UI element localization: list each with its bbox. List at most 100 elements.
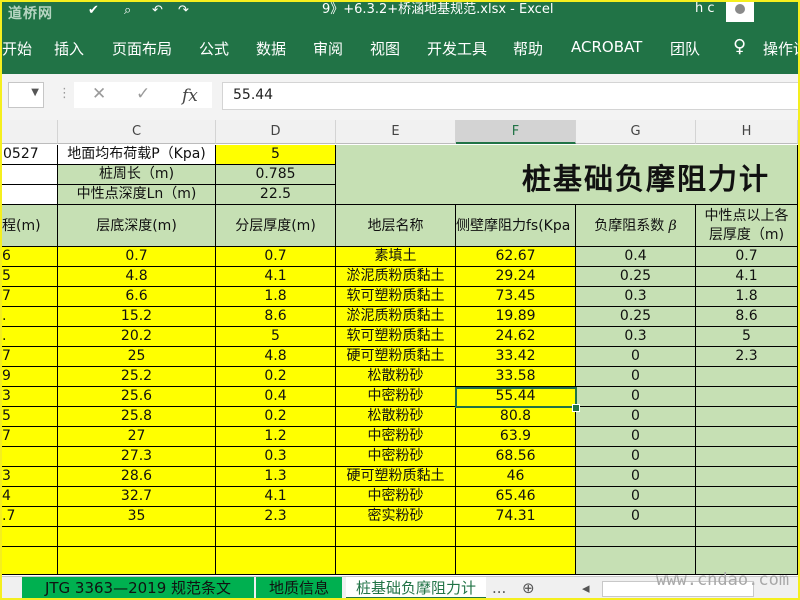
cancel-icon[interactable]: ✕ (92, 84, 106, 104)
cell-bottom-depth[interactable]: 25 (58, 347, 216, 367)
cell-layer-name[interactable]: 密实粉砂 (336, 507, 456, 527)
undo-icon[interactable]: ↶ (152, 2, 163, 22)
insert-function-icon[interactable]: fx (182, 86, 198, 106)
cell-bottom-depth[interactable]: 6.6 (58, 287, 216, 307)
column-header-b[interactable] (2, 120, 58, 144)
cell-elevation[interactable] (2, 447, 58, 467)
cell-side-friction[interactable] (456, 527, 576, 547)
column-header-e[interactable]: E (336, 120, 456, 144)
neutral-depth-label[interactable]: 中性点深度Ln（m) (58, 185, 216, 205)
cell-elevation[interactable]: 3 (2, 467, 58, 487)
load-label[interactable]: 地面均布荷载P（Kpa) (58, 145, 216, 165)
cell-layer-thickness[interactable]: 5 (216, 327, 336, 347)
cell-layer-name[interactable]: 中密粉砂 (336, 387, 456, 407)
cell-side-friction[interactable]: 24.62 (456, 327, 576, 347)
cell-elevation[interactable]: 7 (2, 427, 58, 447)
formula-input[interactable]: 55.44 (222, 82, 798, 110)
cell-thickness-above-neutral[interactable] (696, 447, 798, 467)
cell-layer-name[interactable]: 淤泥质粉质黏土 (336, 307, 456, 327)
cell-layer-thickness[interactable] (216, 547, 336, 575)
cell-bottom-depth[interactable] (58, 547, 216, 575)
column-header-c[interactable]: C (58, 120, 216, 144)
tab-formulas[interactable]: 公式 (199, 38, 229, 59)
cell-layer-thickness[interactable]: 2.3 (216, 507, 336, 527)
column-header-d[interactable]: D (216, 120, 336, 144)
scroll-left-icon[interactable]: ◂ (582, 579, 590, 597)
cell-layer-name[interactable]: 软可塑粉质黏土 (336, 287, 456, 307)
cell-layer-thickness[interactable]: 0.2 (216, 367, 336, 387)
cell-negative-friction-coef[interactable]: 0 (576, 467, 696, 487)
more-sheets-button[interactable]: ... (492, 579, 506, 597)
cell-elevation[interactable]: 7 (2, 347, 58, 367)
cell-elevation[interactable]: 7 (2, 287, 58, 307)
cell-negative-friction-coef[interactable]: 0 (576, 507, 696, 527)
cell-elevation[interactable]: 5 (2, 407, 58, 427)
cell-layer-name[interactable]: 软可塑粉质黏土 (336, 327, 456, 347)
tab-tell-me[interactable]: 操作说 (763, 38, 798, 59)
header-thickness-above-neutral[interactable]: 中性点以上各 层厚度（m) (696, 205, 798, 247)
cell-elevation[interactable]: 5 (2, 267, 58, 287)
cell-side-friction[interactable]: 19.89 (456, 307, 576, 327)
cell-elevation[interactable] (2, 527, 58, 547)
cell-thickness-above-neutral[interactable] (696, 467, 798, 487)
avatar[interactable] (726, 2, 754, 22)
cell-negative-friction-coef[interactable]: 0 (576, 427, 696, 447)
tab-view[interactable]: 视图 (370, 38, 400, 59)
cell-bottom-depth[interactable]: 25.2 (58, 367, 216, 387)
cell-thickness-above-neutral[interactable] (696, 527, 798, 547)
cell-side-friction[interactable] (456, 547, 576, 575)
cell-thickness-above-neutral[interactable] (696, 507, 798, 527)
cell-negative-friction-coef[interactable]: 0 (576, 367, 696, 387)
cell-side-friction[interactable]: 73.45 (456, 287, 576, 307)
header-layer-name[interactable]: 地层名称 (336, 205, 456, 247)
cell-negative-friction-coef[interactable]: 0 (576, 407, 696, 427)
cell-thickness-above-neutral[interactable] (696, 407, 798, 427)
lightbulb-icon[interactable]: ♀ (733, 36, 746, 57)
cell-layer-thickness[interactable]: 0.3 (216, 447, 336, 467)
cell-layer-thickness[interactable]: 8.6 (216, 307, 336, 327)
cell-layer-name[interactable]: 松散粉砂 (336, 407, 456, 427)
header-side-friction[interactable]: 侧壁摩阻力fs(Kpa (456, 205, 576, 247)
cell-negative-friction-coef[interactable]: 0.3 (576, 287, 696, 307)
cell-elevation[interactable]: 4 (2, 487, 58, 507)
add-sheet-icon[interactable]: ⊕ (522, 579, 535, 597)
sheet-scroll-area[interactable] (2, 577, 22, 598)
column-header-h[interactable]: H (696, 120, 798, 144)
cell-layer-name[interactable] (336, 527, 456, 547)
tab-data[interactable]: 数据 (256, 38, 286, 59)
tab-home[interactable]: 开始 (2, 38, 32, 59)
cell-negative-friction-coef[interactable]: 0.25 (576, 267, 696, 287)
cell-thickness-above-neutral[interactable]: 4.1 (696, 267, 798, 287)
redo-icon[interactable]: ↷ (178, 2, 189, 22)
cell-elevation[interactable]: 3 (2, 387, 58, 407)
cell-layer-name[interactable]: 中密粉砂 (336, 427, 456, 447)
cell-layer-name[interactable]: 松散粉砂 (336, 367, 456, 387)
cell-negative-friction-coef[interactable]: 0 (576, 487, 696, 507)
cell-layer-thickness[interactable]: 1.8 (216, 287, 336, 307)
confirm-icon[interactable]: ✓ (136, 84, 150, 104)
tab-acrobat[interactable]: ACROBAT (571, 38, 642, 56)
column-header-g[interactable]: G (576, 120, 696, 144)
cell-elevation[interactable]: 9 (2, 367, 58, 387)
cell-layer-name[interactable]: 素填土 (336, 247, 456, 267)
cell-side-friction[interactable]: 80.8 (456, 407, 576, 427)
tab-developer[interactable]: 开发工具 (427, 38, 487, 59)
cell-side-friction[interactable]: 46 (456, 467, 576, 487)
name-box[interactable]: ▼ (8, 82, 44, 108)
tab-page-layout[interactable]: 页面布局 (112, 38, 172, 59)
cell-layer-thickness[interactable]: 1.2 (216, 427, 336, 447)
tab-team[interactable]: 团队 (670, 38, 700, 59)
cell-layer-thickness[interactable]: 0.7 (216, 247, 336, 267)
cell-negative-friction-coef[interactable]: 0 (576, 447, 696, 467)
perimeter-value[interactable]: 0.785 (216, 165, 336, 185)
cell-side-friction[interactable]: 63.9 (456, 427, 576, 447)
grip-icon[interactable]: ⋮ (58, 86, 71, 101)
cell-negative-friction-coef[interactable]: 0.4 (576, 247, 696, 267)
cell-layer-name[interactable]: 中密粉砂 (336, 447, 456, 467)
cell-side-friction[interactable]: 65.46 (456, 487, 576, 507)
cell-bottom-depth[interactable]: 0.7 (58, 247, 216, 267)
cell-thickness-above-neutral[interactable] (696, 367, 798, 387)
sheet-tab-spec[interactable]: JTG 3363—2019 规范条文 (22, 577, 254, 598)
cell-bottom-depth[interactable]: 4.8 (58, 267, 216, 287)
cell-side-friction[interactable]: 33.42 (456, 347, 576, 367)
